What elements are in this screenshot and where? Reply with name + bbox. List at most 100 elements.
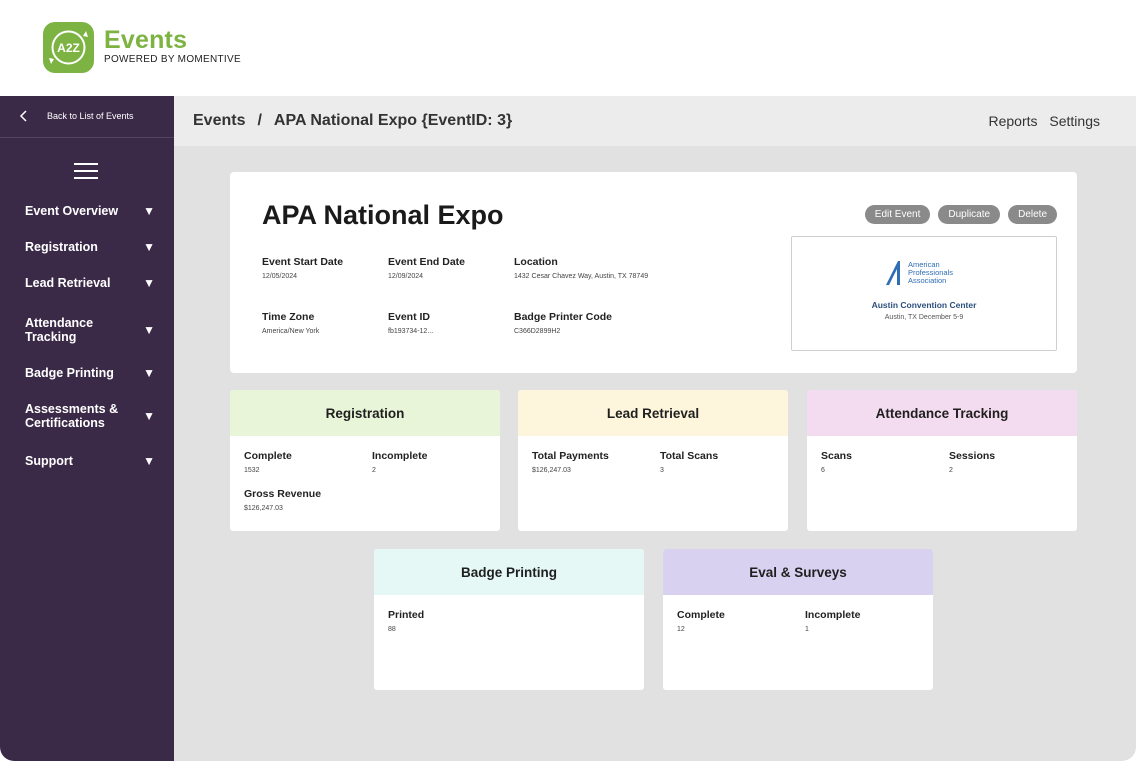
sidebar-item-label: Badge Printing	[25, 366, 114, 380]
delete-button[interactable]: Delete	[1008, 205, 1057, 224]
field-label: Time Zone	[262, 311, 315, 323]
card-title: Badge Printing	[374, 549, 644, 595]
field-event-id: Event ID fb193734-12...	[388, 311, 433, 335]
sidebar-item-registration[interactable]: Registration ▼	[25, 240, 155, 254]
logo-text: A2Z	[57, 41, 80, 55]
edit-event-button[interactable]: Edit Event	[864, 205, 931, 224]
caret-down-icon: ▼	[143, 204, 155, 218]
reports-link[interactable]: Reports	[988, 113, 1037, 129]
back-label: Back to List of Events	[47, 111, 134, 121]
sidebar-item-lead-retrieval[interactable]: Lead Retrieval ▼	[25, 276, 155, 290]
stat-incomplete: Incomplete 1	[805, 609, 860, 633]
brand-title: Events	[104, 26, 188, 54]
chevron-left-icon	[19, 110, 27, 122]
sidebar-item-label: Event Overview	[25, 204, 119, 218]
field-location: Location 1432 Cesar Chavez Way, Austin, …	[514, 256, 648, 280]
sidebar: Back to List of Events Event Overview ▼ …	[0, 96, 174, 761]
stat-value: 2	[949, 467, 953, 474]
stat-total-scans: Total Scans 3	[660, 450, 718, 474]
a2z-logo[interactable]: A2Z	[43, 22, 94, 73]
stat-gross-revenue: Gross Revenue $126,247.03	[244, 488, 321, 512]
apa-logo: American Professionals Association	[886, 260, 953, 285]
stat-scans: Scans 6	[821, 450, 852, 474]
stat-value: $126,247.03	[244, 505, 283, 512]
stat-printed: Printed 88	[388, 609, 424, 633]
stat-value: $126,247.03	[532, 467, 571, 474]
field-start-date: Event Start Date 12/05/2024	[262, 256, 343, 280]
event-title: APA National Expo	[262, 200, 504, 230]
breadcrumb-root[interactable]: Events	[193, 112, 245, 129]
field-value: C366D2899H2	[514, 328, 561, 335]
back-to-events-link[interactable]: Back to List of Events	[0, 96, 174, 138]
field-label: Event ID	[388, 311, 431, 323]
stat-label: Complete	[677, 609, 725, 621]
field-label: Event End Date	[388, 256, 466, 268]
caret-down-icon: ▼	[143, 366, 155, 380]
stat-label: Complete	[244, 450, 292, 462]
event-actions: Edit Event Duplicate Delete	[864, 205, 1057, 224]
stat-value: 3	[660, 467, 664, 474]
badge-printing-card[interactable]: Badge Printing Printed 88	[374, 549, 644, 690]
stat-value: 2	[372, 467, 376, 474]
stat-value: 12	[677, 626, 685, 633]
venue-panel: American Professionals Association Austi…	[791, 236, 1057, 351]
card-title: Lead Retrieval	[518, 390, 788, 436]
stat-label: Total Scans	[660, 450, 719, 462]
venue-name: Austin Convention Center	[871, 300, 977, 310]
caret-down-icon: ▼	[143, 276, 155, 290]
stat-total-payments: Total Payments $126,247.03	[532, 450, 609, 474]
stat-incomplete: Incomplete 2	[372, 450, 427, 474]
breadcrumb: Events / APA National Expo {EventID: 3}	[193, 112, 512, 130]
card-title: Eval & Surveys	[663, 549, 933, 595]
app-header: A2Z Events POWERED BY MOMENTIVE	[0, 0, 1136, 96]
stat-value: 88	[388, 626, 396, 633]
caret-down-icon: ▼	[143, 454, 155, 468]
sidebar-item-label: Assessments & Certifications	[25, 402, 119, 430]
logo-line-association: Association	[908, 276, 946, 285]
stat-label: Scans	[821, 450, 852, 462]
stat-value: 1532	[244, 467, 260, 474]
stat-label: Sessions	[949, 450, 996, 462]
field-value: fb193734-12...	[388, 328, 434, 335]
top-links: Reports Settings	[980, 113, 1100, 129]
attendance-tracking-card[interactable]: Attendance Tracking Scans 6 Sessions 2	[807, 390, 1077, 531]
field-value: 1432 Cesar Chavez Way, Austin, TX 78749	[514, 273, 649, 280]
main-content: Events / APA National Expo {EventID: 3} Re…	[174, 96, 1136, 761]
stat-label: Incomplete	[805, 609, 861, 621]
eval-surveys-card[interactable]: Eval & Surveys Complete 12 Incomplete 1	[663, 549, 933, 690]
sidebar-item-label: Support	[25, 454, 73, 468]
breadcrumb-separator: /	[257, 112, 262, 129]
sidebar-item-attendance-tracking[interactable]: Attendance Tracking ▼	[25, 316, 155, 344]
sidebar-item-assessments-certifications[interactable]: Assessments & Certifications ▼	[25, 402, 155, 430]
stat-label: Printed	[388, 609, 425, 621]
field-value: America/New York	[262, 328, 320, 335]
stat-label: Incomplete	[372, 450, 428, 462]
field-label: Location	[514, 256, 558, 268]
menu-icon[interactable]	[74, 163, 98, 179]
card-title: Attendance Tracking	[807, 390, 1077, 436]
brand-subtitle: POWERED BY MOMENTIVE	[104, 54, 241, 65]
sidebar-item-badge-printing[interactable]: Badge Printing ▼	[25, 366, 155, 380]
stat-value: 6	[821, 467, 825, 474]
settings-link[interactable]: Settings	[1049, 113, 1100, 129]
sidebar-item-event-overview[interactable]: Event Overview ▼	[25, 204, 155, 218]
stat-complete: Complete 1532	[244, 450, 292, 474]
sidebar-item-label: Lead Retrieval	[25, 276, 111, 290]
registration-card[interactable]: Registration Complete 1532 Incomplete 2 …	[230, 390, 500, 531]
stat-label: Total Payments	[532, 450, 609, 462]
field-label: Badge Printer Code	[514, 311, 613, 323]
card-title: Registration	[230, 390, 500, 436]
sidebar-item-label: Registration	[25, 240, 98, 254]
caret-down-icon: ▼	[143, 240, 155, 254]
field-label: Event Start Date	[262, 256, 344, 268]
venue-detail: Austin, TX December 5-9	[884, 314, 964, 321]
stat-sessions: Sessions 2	[949, 450, 995, 474]
duplicate-button[interactable]: Duplicate	[938, 205, 1001, 224]
sidebar-item-support[interactable]: Support ▼	[25, 454, 155, 468]
event-details-card: APA National Expo Event Start Date 12/05…	[230, 172, 1077, 373]
field-badge-printer-code: Badge Printer Code C366D2899H2	[514, 311, 612, 335]
sidebar-item-label: Attendance Tracking	[25, 316, 94, 344]
breadcrumb-current: APA National Expo {EventID: 3}	[273, 112, 513, 129]
stat-value: 1	[805, 626, 809, 633]
lead-retrieval-card[interactable]: Lead Retrieval Total Payments $126,247.0…	[518, 390, 788, 531]
